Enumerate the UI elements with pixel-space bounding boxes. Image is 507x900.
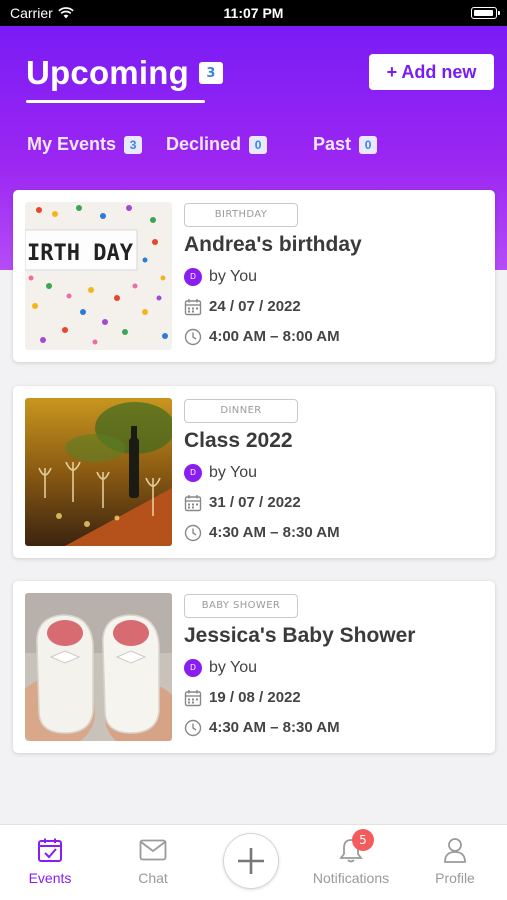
tab-count-badge: 0 — [249, 135, 268, 154]
nav-label: Notifications — [312, 870, 390, 886]
organizer-avatar: D — [184, 658, 202, 677]
organizer-row: D by You — [184, 462, 485, 483]
tab-my-events[interactable]: My Events 3 — [27, 134, 143, 155]
organizer-avatar: D — [184, 267, 202, 286]
bottom-nav: Events Chat 5 Notifications Profile — [0, 824, 507, 900]
organizer-avatar: D — [184, 463, 202, 482]
event-image-dinner — [25, 398, 172, 546]
event-image-baby-shower — [25, 593, 172, 741]
organizer-row: D by You — [184, 266, 485, 287]
event-card[interactable]: BABY SHOWER Jessica's Baby Shower D by Y… — [13, 581, 495, 753]
category-tag: DINNER — [184, 399, 298, 423]
time-row: 4:00 AM – 8:00 AM — [184, 326, 485, 347]
calendar-icon — [184, 494, 202, 512]
event-card[interactable]: DINNER Class 2022 D by You 31 / 07 / 202… — [13, 386, 495, 558]
nav-label: Events — [28, 870, 72, 886]
organizer-label: by You — [209, 658, 258, 676]
tab-label: Past — [313, 134, 352, 154]
event-info: BABY SHOWER Jessica's Baby Shower D by Y… — [184, 593, 485, 738]
upcoming-count-badge: 3 — [198, 62, 223, 84]
event-time: 4:30 AM – 8:30 AM — [209, 719, 340, 736]
event-date: 31 / 07 / 2022 — [209, 494, 301, 511]
category-tag: BIRTHDAY — [184, 203, 298, 227]
add-new-button[interactable]: + Add new — [369, 54, 494, 90]
event-date: 19 / 08 / 2022 — [209, 689, 301, 706]
clock-icon — [184, 719, 202, 737]
date-row: 24 / 07 / 2022 — [184, 296, 485, 317]
tab-count-badge: 0 — [359, 135, 378, 154]
clock: 11:07 PM — [223, 5, 284, 21]
event-time: 4:00 AM – 8:00 AM — [209, 328, 340, 345]
title-underline — [26, 100, 205, 103]
date-row: 31 / 07 / 2022 — [184, 492, 485, 513]
calendar-icon — [184, 298, 202, 316]
plus-icon — [238, 848, 264, 874]
envelope-icon — [139, 836, 167, 864]
create-event-button[interactable] — [223, 833, 279, 889]
nav-label: Profile — [435, 870, 475, 886]
tab-count-badge: 3 — [124, 135, 143, 154]
event-title: Class 2022 — [184, 429, 293, 452]
bell-icon: 5 — [339, 829, 374, 864]
event-card[interactable]: IRTH DAY BIRTHDAY Andrea's birthday D by… — [13, 190, 495, 362]
category-tag: BABY SHOWER — [184, 594, 298, 618]
event-time: 4:30 AM – 8:30 AM — [209, 524, 340, 541]
tab-label: Declined — [166, 134, 242, 154]
person-icon — [443, 836, 467, 864]
organizer-row: D by You — [184, 657, 485, 678]
event-tabs: My Events 3 Declined 0 Past 0 — [27, 134, 487, 160]
organizer-label: by You — [209, 267, 258, 285]
event-date: 24 / 07 / 2022 — [209, 298, 301, 315]
battery-icon — [471, 7, 500, 19]
event-title: Andrea's birthday — [184, 233, 362, 256]
event-info: BIRTHDAY Andrea's birthday D by You 24 /… — [184, 202, 485, 347]
nav-chat[interactable]: Chat — [103, 825, 203, 895]
page-title: Upcoming — [26, 54, 189, 91]
time-row: 4:30 AM – 8:30 AM — [184, 717, 485, 738]
nav-notifications[interactable]: 5 Notifications — [301, 825, 401, 895]
event-info: DINNER Class 2022 D by You 31 / 07 / 202… — [184, 398, 485, 543]
tab-declined[interactable]: Declined 0 — [166, 134, 268, 155]
notification-count-badge: 5 — [352, 829, 374, 851]
tab-label: My Events — [27, 134, 117, 154]
status-bar: Carrier 11:07 PM — [0, 0, 507, 26]
tab-past[interactable]: Past 0 — [313, 134, 378, 155]
calendar-icon — [184, 689, 202, 707]
time-row: 4:30 AM – 8:30 AM — [184, 522, 485, 543]
nav-label: Chat — [138, 870, 168, 886]
date-row: 19 / 08 / 2022 — [184, 687, 485, 708]
event-image-birthday: IRTH DAY — [25, 202, 172, 350]
organizer-label: by You — [209, 463, 258, 481]
thumb-letterboard-text: IRTH DAY — [27, 241, 134, 266]
clock-icon — [184, 524, 202, 542]
event-title: Jessica's Baby Shower — [184, 624, 416, 647]
nav-events[interactable]: Events — [0, 825, 100, 895]
nav-profile[interactable]: Profile — [405, 825, 505, 895]
title-row: Upcoming 3 — [26, 54, 223, 92]
calendar-check-icon — [37, 836, 63, 864]
clock-icon — [184, 328, 202, 346]
